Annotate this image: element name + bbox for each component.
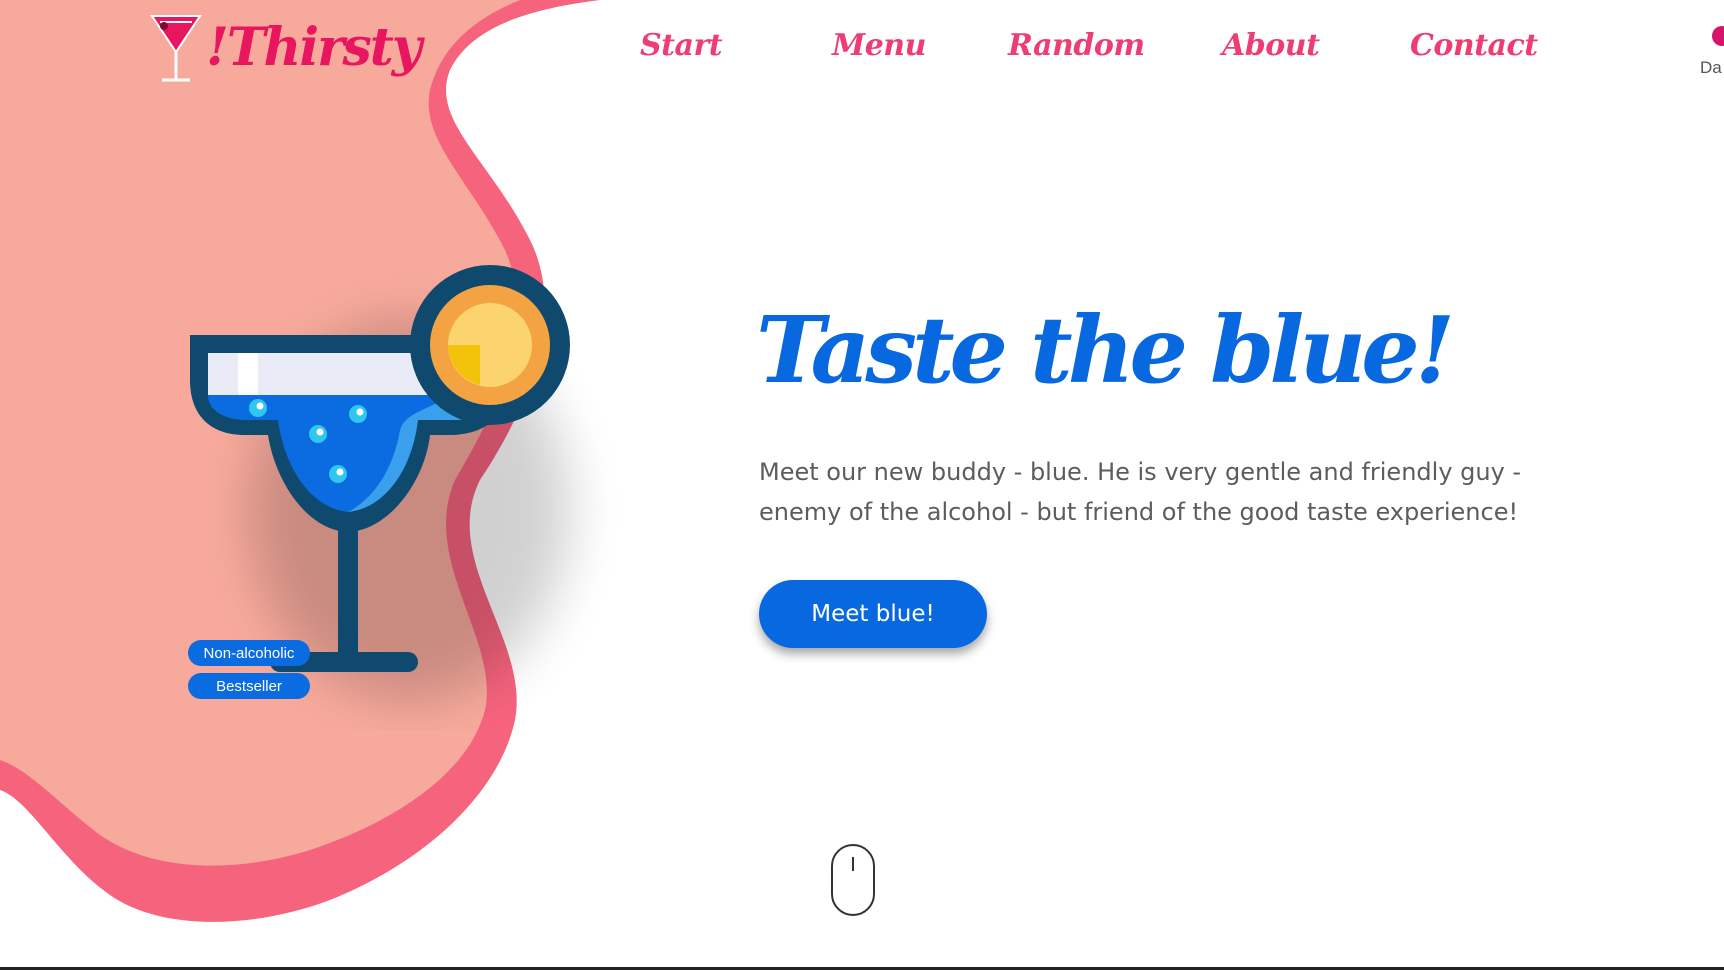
nav-item-random[interactable]: Random [1008, 28, 1145, 63]
meet-blue-button[interactable]: Meet blue! [759, 580, 987, 648]
mouse-scroll-icon[interactable] [831, 844, 875, 916]
dark-mode-toggle[interactable]: Da [1700, 22, 1724, 82]
hero-title: Taste the blue! [756, 296, 1455, 404]
landing-page: !Thirsty Start Menu Random About Contact… [0, 0, 1724, 970]
scroll-wheel [852, 857, 854, 871]
nav-item-menu[interactable]: Menu [832, 28, 926, 63]
tag-non-alcoholic: Non-alcoholic [188, 640, 310, 666]
tag-bestseller: Bestseller [188, 673, 310, 699]
nav-item-start[interactable]: Start [640, 28, 723, 63]
nav-item-about[interactable]: About [1222, 28, 1320, 63]
nav-item-contact[interactable]: Contact [1410, 28, 1538, 63]
toggle-knob-icon [1712, 26, 1724, 46]
main-nav: Start Menu Random About Contact [0, 28, 1724, 78]
dark-mode-label: Da [1700, 58, 1722, 77]
hero-description: Meet our new buddy - blue. He is very ge… [759, 458, 1522, 526]
